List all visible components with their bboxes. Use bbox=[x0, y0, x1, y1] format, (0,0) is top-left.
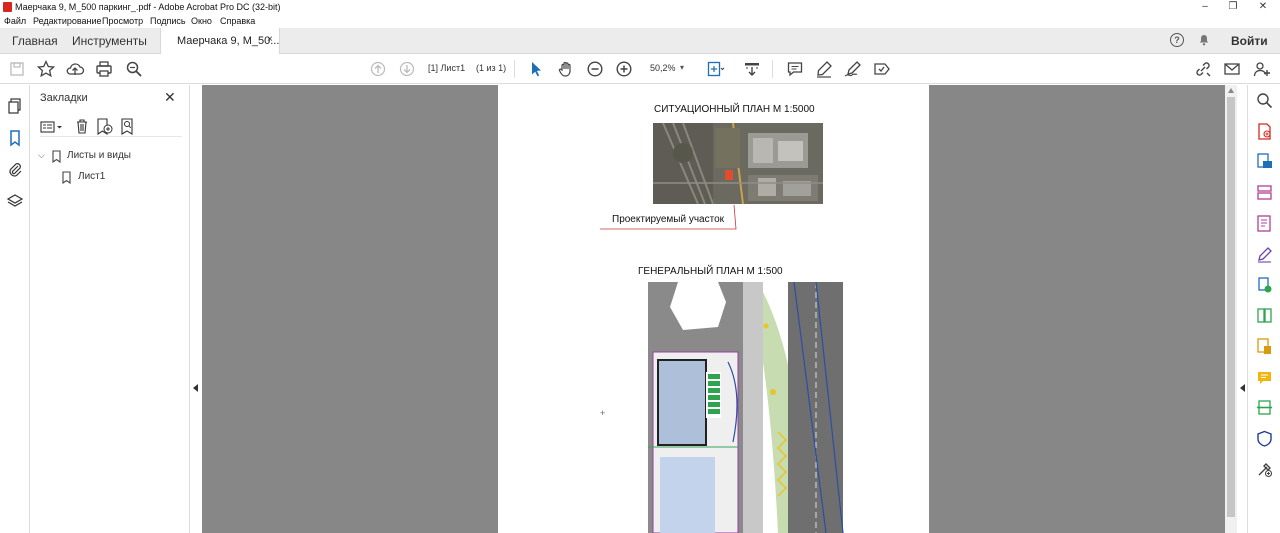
sign-icon[interactable] bbox=[843, 59, 863, 79]
site-label: Проектируемый участок bbox=[612, 214, 725, 225]
menu-sign[interactable]: Подпись bbox=[150, 16, 186, 26]
toolbar-divider bbox=[514, 60, 515, 78]
email-icon[interactable] bbox=[1222, 59, 1242, 79]
menu-file[interactable]: Файл bbox=[4, 16, 26, 26]
page-number-field[interactable]: [1] Лист1 bbox=[428, 63, 465, 73]
tab-tools[interactable]: Инструменты bbox=[72, 34, 147, 48]
more-tools-icon[interactable] bbox=[1256, 461, 1273, 478]
bookmarks-panel-icon[interactable] bbox=[6, 129, 24, 147]
chevron-down-icon[interactable]: ⌵ bbox=[38, 150, 45, 161]
scroll-up-arrow-icon[interactable] bbox=[1228, 88, 1234, 93]
vertical-scrollbar[interactable] bbox=[1225, 85, 1237, 533]
window-title: Маерчака 9, М_500 паркинг_.pdf - Adobe A… bbox=[15, 2, 281, 12]
menu-window[interactable]: Окно bbox=[191, 16, 212, 26]
next-page-icon[interactable] bbox=[397, 59, 417, 79]
scrollbar-thumb[interactable] bbox=[1227, 97, 1235, 517]
zoom-dropdown-caret[interactable]: ▾ bbox=[680, 63, 684, 72]
upload-cloud-icon[interactable] bbox=[65, 59, 85, 79]
help-icon[interactable]: ? bbox=[1170, 33, 1184, 47]
organize-pages-icon[interactable] bbox=[1256, 184, 1273, 201]
tab-home[interactable]: Главная bbox=[12, 34, 58, 48]
acrobat-app-icon bbox=[3, 2, 12, 12]
zoom-level-field[interactable]: 50,2% bbox=[650, 63, 676, 73]
situation-plan-title: СИТУАЦИОННЫЙ ПЛАН М 1:5000 bbox=[654, 104, 815, 115]
bookmarks-close-button[interactable]: ✕ bbox=[164, 89, 176, 106]
attachments-icon[interactable] bbox=[6, 160, 24, 178]
find-zoom-icon[interactable] bbox=[124, 59, 144, 79]
edit-pdf-icon[interactable] bbox=[1256, 215, 1273, 232]
close-window-button[interactable]: ✕ bbox=[1248, 0, 1278, 14]
delete-bookmark-icon[interactable] bbox=[74, 118, 90, 135]
menu-edit[interactable]: Редактирование bbox=[33, 16, 102, 26]
fill-sign-icon[interactable] bbox=[1256, 246, 1273, 263]
chevron-left-icon bbox=[193, 384, 198, 392]
document-canvas[interactable]: СИТУАЦИОННЫЙ ПЛАН М 1:5000 Проектируемый… bbox=[202, 85, 1225, 533]
chevron-left-icon bbox=[1240, 384, 1245, 392]
scroll-mode-icon[interactable] bbox=[742, 59, 762, 79]
export-pdf-icon[interactable] bbox=[1256, 153, 1273, 170]
save-icon[interactable] bbox=[7, 59, 27, 79]
add-user-icon[interactable] bbox=[1252, 59, 1272, 79]
star-icon[interactable] bbox=[36, 59, 56, 79]
collapse-right-panel-handle[interactable] bbox=[1237, 85, 1248, 533]
bookmark-icon bbox=[52, 150, 61, 163]
tab-document[interactable]: Маерчака 9, М_50... × bbox=[160, 28, 280, 54]
highlight-pen-icon[interactable] bbox=[814, 59, 834, 79]
sign-in-button[interactable]: Войти bbox=[1231, 34, 1268, 48]
select-cursor-icon[interactable] bbox=[526, 59, 546, 79]
minimize-button[interactable]: – bbox=[1190, 0, 1220, 14]
scan-ocr-icon[interactable] bbox=[1256, 399, 1273, 416]
previous-page-icon[interactable] bbox=[368, 59, 388, 79]
notifications-bell-icon[interactable] bbox=[1198, 34, 1210, 46]
general-plan-title: ГЕНЕРАЛЬНЫЙ ПЛАН М 1:500 bbox=[638, 266, 783, 277]
new-bookmark-icon[interactable] bbox=[96, 118, 114, 135]
print-icon[interactable] bbox=[94, 59, 114, 79]
crosshair-cursor-icon: + bbox=[600, 408, 606, 418]
tab-close-button[interactable]: × bbox=[267, 34, 273, 45]
page-thumbnails-icon[interactable] bbox=[6, 97, 24, 115]
combine-files-icon[interactable] bbox=[1256, 277, 1273, 294]
pdf-page: СИТУАЦИОННЫЙ ПЛАН М 1:5000 Проектируемый… bbox=[498, 85, 929, 533]
menu-bar: Файл Редактирование Просмотр Подпись Окн… bbox=[0, 14, 1280, 28]
protect-pdf-icon[interactable] bbox=[1256, 338, 1273, 355]
collapse-left-panel-handle[interactable] bbox=[190, 85, 202, 533]
layers-icon[interactable] bbox=[6, 192, 24, 210]
menu-help[interactable]: Справка bbox=[220, 16, 255, 26]
tools-pane bbox=[1248, 85, 1280, 533]
bookmarks-title: Закладки bbox=[40, 92, 88, 104]
toolbar-divider bbox=[772, 60, 773, 78]
enhance-zoom-icon[interactable] bbox=[1256, 92, 1273, 109]
menu-view[interactable]: Просмотр bbox=[102, 16, 143, 26]
share-link-icon[interactable] bbox=[1193, 59, 1213, 79]
zoom-in-icon[interactable] bbox=[614, 59, 634, 79]
title-bar: Маерчака 9, М_500 паркинг_.pdf - Adobe A… bbox=[0, 0, 1280, 14]
compare-files-icon[interactable] bbox=[1256, 307, 1273, 324]
bookmark-options-icon[interactable] bbox=[40, 119, 66, 135]
bookmarks-toolbar bbox=[40, 117, 182, 137]
bookmark-label: Лист1 bbox=[78, 171, 106, 182]
create-pdf-icon[interactable] bbox=[1256, 123, 1273, 140]
protect-shield-icon[interactable] bbox=[1256, 430, 1273, 447]
tab-document-label: Маерчака 9, М_50... bbox=[177, 35, 280, 47]
find-bookmark-icon[interactable] bbox=[120, 118, 138, 135]
fit-page-icon[interactable] bbox=[705, 59, 725, 79]
comment-icon[interactable] bbox=[785, 59, 805, 79]
bookmark-label: Листы и виды bbox=[67, 150, 131, 161]
hand-tool-icon[interactable] bbox=[556, 59, 576, 79]
main-toolbar: [1] Лист1 (1 из 1) 50,2% ▾ bbox=[0, 54, 1280, 84]
comment-tool-icon[interactable] bbox=[1256, 369, 1273, 386]
zoom-out-icon[interactable] bbox=[585, 59, 605, 79]
restore-button[interactable]: ❐ bbox=[1218, 0, 1248, 14]
page-count-label: (1 из 1) bbox=[476, 63, 507, 73]
left-navigation-rail bbox=[0, 85, 30, 533]
aerial-map-image bbox=[653, 123, 823, 204]
bookmarks-panel: Закладки ✕ ⌵ Листы и виды Лист1 bbox=[30, 85, 190, 533]
bookmark-icon bbox=[62, 171, 71, 184]
send-for-signature-icon[interactable] bbox=[872, 59, 892, 79]
tab-bar: Главная Инструменты Маерчака 9, М_50... … bbox=[0, 28, 1280, 54]
site-plan-drawing bbox=[648, 282, 844, 533]
